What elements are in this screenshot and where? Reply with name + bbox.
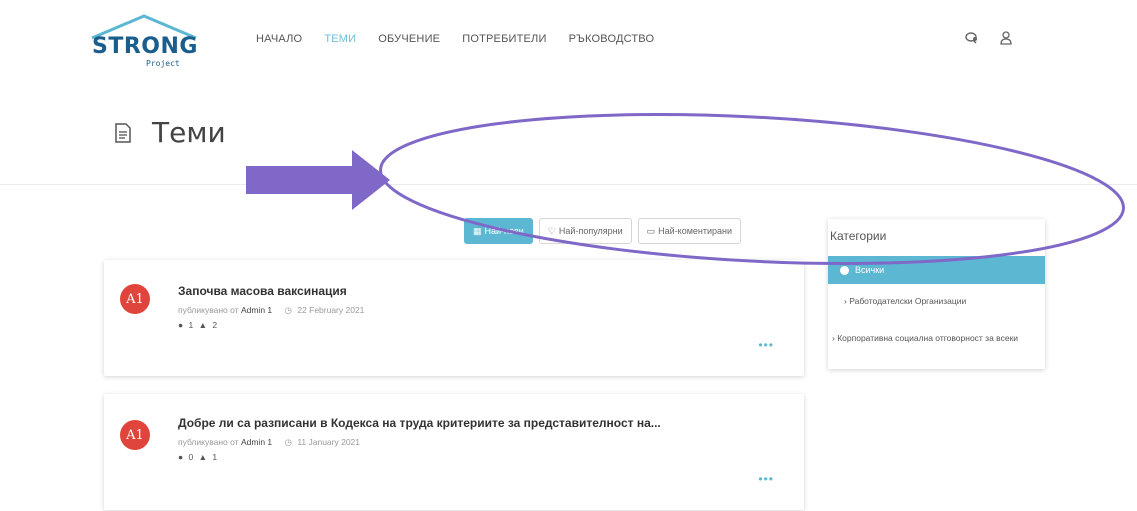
calendar-icon: ▦ (473, 225, 482, 236)
category-item-all[interactable]: Всички (828, 256, 1045, 284)
more-options-icon[interactable]: ••• (758, 338, 774, 352)
posted-by-label: публикувано от (178, 305, 239, 315)
topic-stats: ● 1 ▲ 2 (178, 320, 220, 330)
user-icon[interactable] (998, 30, 1014, 46)
filter-newest-label: Най-нови (484, 226, 524, 236)
category-label: Корпоративна социална отговорност за все… (837, 333, 1019, 343)
more-options-icon[interactable]: ••• (758, 472, 774, 486)
category-label: Всички (855, 265, 885, 275)
chat-icon[interactable] (964, 30, 980, 46)
bullet-icon (840, 265, 849, 275)
topic-filters: ▦ Най-нови ♡ Най-популярни ▭ Най-коменти… (464, 218, 742, 244)
category-item-csr[interactable]: › Корпоративна социална отговорност за в… (832, 332, 1037, 345)
thumbs-up-icon: ♡ (547, 225, 556, 236)
comment-icon: ● (178, 320, 184, 330)
page-title: Теми (152, 116, 226, 149)
like-count: 2 (212, 320, 218, 330)
topic-stats: ● 0 ▲ 1 (178, 452, 220, 462)
topic-meta: публикувано от Admin 1 ◷ 11 January 2021 (178, 437, 360, 448)
main-nav: НАЧАЛО ТЕМИ ОБУЧЕНИЕ ПОТРЕБИТЕЛИ РЪКОВОД… (256, 33, 676, 45)
topic-meta: публикувано от Admin 1 ◷ 22 February 202… (178, 305, 364, 316)
comment-icon: ● (178, 452, 184, 462)
clock-icon: ◷ (284, 305, 292, 315)
document-icon (115, 122, 131, 143)
like-icon: ▲ (198, 452, 208, 462)
avatar: A1 (120, 420, 150, 450)
comment-count: 0 (188, 452, 194, 462)
nav-item-topics[interactable]: ТЕМИ (324, 33, 356, 45)
nav-item-home[interactable]: НАЧАЛО (256, 33, 302, 45)
categories-title: Категории (830, 229, 887, 243)
topic-card[interactable]: A1 Добре ли са разписани в Кодекса на тр… (104, 394, 804, 510)
comment-icon: ▭ (646, 225, 656, 236)
page-title-block: Теми (112, 116, 226, 149)
title-divider (0, 184, 1137, 185)
filter-most-commented-label: Най-коментирани (658, 226, 733, 236)
nav-item-users[interactable]: ПОТРЕБИТЕЛИ (462, 33, 546, 45)
topic-title[interactable]: Добре ли са разписани в Кодекса на труда… (178, 416, 661, 430)
topic-title[interactable]: Започва масова ваксинация (178, 284, 347, 298)
avatar: A1 (120, 284, 150, 314)
filter-popular-label: Най-популярни (558, 226, 623, 236)
like-count: 1 (212, 452, 218, 462)
nav-item-training[interactable]: ОБУЧЕНИЕ (378, 33, 440, 45)
logo-name: STRONG (92, 34, 198, 59)
filter-most-commented-button[interactable]: ▭ Най-коментирани (637, 218, 742, 244)
annotation-arrow-icon (246, 150, 390, 210)
header: STRONG Project НАЧАЛО ТЕМИ ОБУЧЕНИЕ ПОТР… (0, 0, 1137, 80)
posted-by-label: публикувано от (178, 437, 239, 447)
logo-subtitle: Project (146, 59, 180, 68)
category-label: Работодателски Организации (849, 296, 967, 306)
nav-item-guide[interactable]: РЪКОВОДСТВО (569, 33, 655, 45)
like-icon: ▲ (198, 320, 208, 330)
topic-date: 11 January 2021 (297, 437, 361, 447)
topic-author[interactable]: Admin 1 (241, 305, 272, 315)
topic-author[interactable]: Admin 1 (241, 437, 272, 447)
header-icons (964, 30, 1014, 46)
category-item-employers[interactable]: › Работодателски Организации (844, 295, 966, 308)
clock-icon: ◷ (284, 437, 292, 447)
filter-popular-button[interactable]: ♡ Най-популярни (538, 218, 632, 244)
logo[interactable]: STRONG Project (88, 12, 208, 68)
comment-count: 1 (188, 320, 194, 330)
filter-newest-button[interactable]: ▦ Най-нови (464, 218, 533, 244)
topic-date: 22 February 2021 (297, 305, 365, 315)
categories-panel: Категории Всички › Работодателски Органи… (828, 219, 1045, 369)
topic-card[interactable]: A1 Започва масова ваксинация публикувано… (104, 260, 804, 376)
